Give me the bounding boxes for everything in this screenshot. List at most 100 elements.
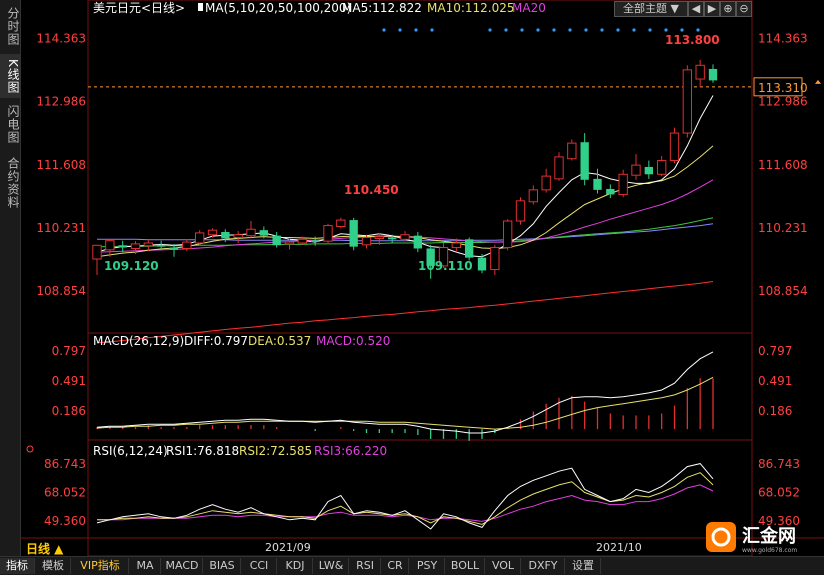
- sidebar-item-timeshare[interactable]: 分时图: [0, 4, 20, 48]
- indicator-tab[interactable]: 指标: [0, 558, 35, 574]
- rsi2-line: [97, 472, 714, 525]
- candle-body: [593, 178, 602, 190]
- price-tick-left: 112.986: [36, 95, 86, 109]
- macd-tick-left: 0.491: [52, 374, 86, 388]
- chart-labels: 美元日元<日线> MA(5,10,20,50,100,200)MA5:112.82…: [26, 1, 821, 554]
- candle-body: [567, 142, 577, 160]
- prev-button[interactable]: ◀: [688, 1, 704, 17]
- indicator-tab[interactable]: BOLL: [446, 558, 485, 574]
- kline-chart[interactable]: 美元日元<日线> MA(5,10,20,50,100,200)MA5:112.82…: [20, 0, 824, 556]
- indicator-tab[interactable]: KDJ: [278, 558, 313, 574]
- candle-body: [297, 238, 308, 244]
- candle-body: [695, 64, 705, 80]
- candle-body: [169, 247, 179, 250]
- indicator-tab[interactable]: PSY: [410, 558, 445, 574]
- price-tick-left: 114.363: [36, 32, 86, 46]
- rsi3-value: RSI3:66.220: [314, 444, 387, 458]
- candle-body: [490, 247, 500, 271]
- indicator-tab[interactable]: DXFY: [522, 558, 565, 574]
- event-marker-dot: [680, 28, 684, 32]
- period-selector[interactable]: 日线 ▲: [26, 540, 63, 557]
- next-button[interactable]: ▶: [704, 1, 720, 17]
- macd-dea: DEA:0.537: [248, 334, 311, 348]
- x-axis-label: 2021/10: [596, 541, 642, 554]
- macd-diff: DIFF:0.797: [184, 334, 248, 348]
- indicator-tab[interactable]: RSI: [350, 558, 381, 574]
- event-marker-dot: [488, 28, 492, 32]
- event-marker-dot: [648, 28, 652, 32]
- indicator-tab[interactable]: 模板: [36, 558, 71, 574]
- candle-body: [246, 228, 256, 237]
- theme-select[interactable]: 全部主题 ▼: [614, 1, 688, 17]
- event-marker-dot: [664, 28, 668, 32]
- event-marker-dot: [520, 28, 524, 32]
- candle-body: [464, 239, 474, 258]
- candle-body: [580, 142, 589, 180]
- candle-body: [130, 243, 141, 249]
- candle-body: [182, 241, 192, 249]
- candle-body: [541, 175, 551, 191]
- candle-body: [156, 244, 166, 247]
- event-marker-dot: [382, 28, 386, 32]
- rsi1-line: [96, 463, 714, 530]
- theme-select-label: 全部主题: [623, 2, 668, 15]
- candle-body: [477, 257, 487, 271]
- indicator-tab[interactable]: BIAS: [204, 558, 241, 574]
- candle-body: [528, 189, 539, 203]
- indicator-tab[interactable]: VOL: [486, 558, 521, 574]
- candle-body: [92, 244, 102, 260]
- macd-tick-right: 0.491: [758, 374, 792, 388]
- candle-body: [207, 229, 218, 236]
- header-ma-legend: MA(5,10,20,50,100,200): [205, 1, 351, 15]
- rsi-tick-right: 86.743: [758, 457, 800, 471]
- indicator-tab[interactable]: LW&: [314, 558, 349, 574]
- candle-body: [502, 220, 513, 249]
- indicator-tab[interactable]: VIP指标: [72, 558, 129, 574]
- logo-text: 汇金网: [742, 525, 796, 547]
- rsi-tick-left: 68.052: [44, 485, 86, 499]
- event-marker-dot: [696, 28, 700, 32]
- plot-frame: [87, 0, 753, 556]
- sidebar-item-contract[interactable]: 合约资料: [0, 154, 20, 212]
- header-title: 美元日元<日线>: [93, 1, 185, 15]
- event-marker-dot: [430, 28, 434, 32]
- event-marker-dot: [616, 28, 620, 32]
- event-marker-dot: [568, 28, 572, 32]
- sidebar-item-lightning[interactable]: 闪电图: [0, 102, 20, 146]
- macd-tick-right: 0.797: [758, 344, 792, 358]
- indicator-tab[interactable]: CCI: [242, 558, 277, 574]
- macd-diff-line: [96, 351, 714, 434]
- rsi-legend: RSI(6,12,24): [93, 444, 168, 458]
- candle-body: [606, 188, 615, 195]
- event-marker-dot: [414, 28, 418, 32]
- price-tick-left: 111.608: [36, 158, 86, 172]
- candle-body: [323, 225, 333, 242]
- indicator-tab[interactable]: MACD: [162, 558, 203, 574]
- candle-body: [374, 236, 385, 239]
- indicator-tabbar: 指标 模板 VIP指标 MA MACD BIAS CCI KDJ LW& RSI CR PSY BOLL…: [0, 556, 824, 575]
- sidebar-item-kline[interactable]: K线图: [0, 54, 20, 98]
- candle-body: [708, 68, 718, 81]
- candle-body: [194, 232, 205, 244]
- event-marker-dot: [552, 28, 556, 32]
- candle-body: [259, 230, 269, 236]
- candle-body: [554, 156, 564, 180]
- price-tick-right: 108.854: [758, 284, 808, 298]
- price-tick-right: 114.363: [758, 32, 808, 46]
- zoom-out-button[interactable]: ⊖: [736, 1, 752, 17]
- indicator-tab[interactable]: CR: [382, 558, 409, 574]
- candle-body: [631, 164, 641, 176]
- candle-body: [644, 166, 654, 175]
- candle-body: [233, 234, 243, 238]
- indicator-tab[interactable]: MA: [130, 558, 161, 574]
- indicator-tab[interactable]: 设置: [566, 558, 601, 574]
- header-ma5: MA5:112.822: [342, 1, 422, 15]
- mid-high-annotation: 110.450: [344, 183, 399, 197]
- zoom-in-button[interactable]: ⊕: [720, 1, 736, 17]
- candle-body: [682, 69, 693, 134]
- moving-average-lines: [96, 95, 714, 344]
- event-marker-dot: [584, 28, 588, 32]
- current-price-label: 113.310: [758, 81, 808, 95]
- rsi-tick-right: 68.052: [758, 485, 800, 499]
- macd-tick-left: 0.797: [52, 344, 86, 358]
